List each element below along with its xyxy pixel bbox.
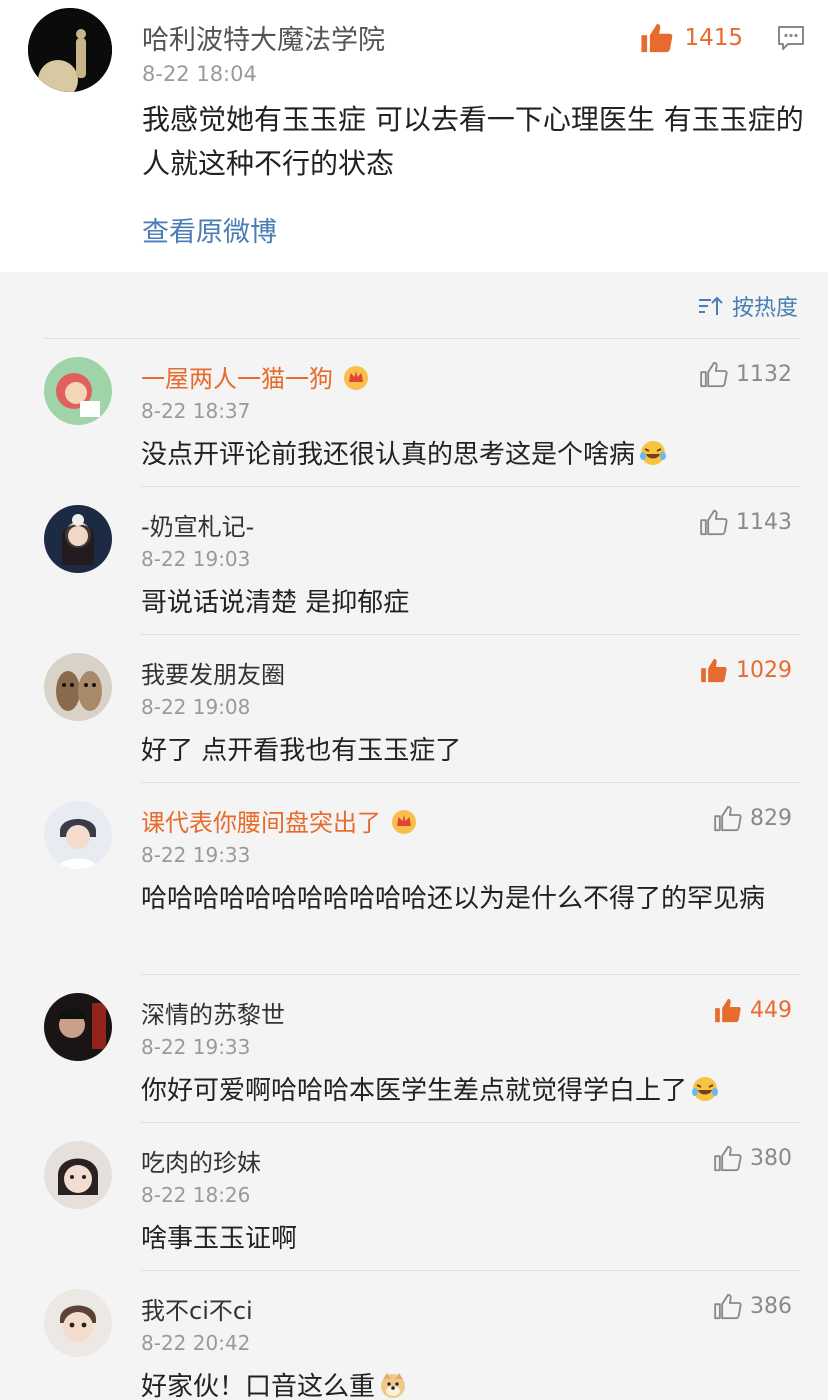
comment-like-button[interactable]: 380 — [714, 1145, 792, 1172]
comment-text: 你好可爱啊哈哈哈本医学生差点就觉得学白上了 — [141, 1069, 791, 1113]
post-like-count: 1415 — [684, 25, 743, 51]
like-count: 1132 — [736, 362, 792, 387]
thumbs-up-outline-icon — [714, 1293, 742, 1320]
comment-text: 好了 点开看我也有玉玉症了 — [141, 729, 791, 773]
post-text: 我感觉她有玉玉症 可以去看一下心理医生 有玉玉症的人就这种不行的状态 — [142, 103, 804, 180]
comment-text: 好家伙！口音这么重 — [141, 1365, 791, 1400]
laugh-cry-emoji-icon — [692, 1077, 719, 1101]
commenter-name[interactable]: 一屋两人一猫一狗 — [141, 359, 371, 394]
thumbs-up-icon — [701, 658, 727, 683]
vip-crown-icon — [392, 809, 416, 834]
commenter-avatar[interactable] — [44, 357, 112, 425]
commenter-name-text: 深情的苏黎世 — [141, 1001, 285, 1029]
like-count: 1143 — [736, 510, 792, 535]
comment-like-button[interactable]: 449 — [714, 997, 792, 1024]
thumbs-up-outline-icon — [700, 509, 728, 536]
comment-item: 深情的苏黎世 8-22 19:33 你好可爱啊哈哈哈本医学生差点就觉得学白上了 … — [0, 975, 828, 1123]
comment-icon — [778, 26, 804, 50]
commenter-name[interactable]: 吃肉的珍妹 — [141, 1143, 261, 1178]
vip-crown-icon — [344, 365, 368, 390]
like-count: 829 — [750, 806, 792, 831]
comment-like-button[interactable]: 1029 — [700, 657, 792, 684]
comment-text: 啥事玉玉证啊 — [141, 1217, 791, 1261]
commenter-name[interactable]: 我不ci不ci — [141, 1291, 253, 1326]
comment-like-button[interactable]: 386 — [714, 1293, 792, 1320]
commenter-name[interactable]: 我要发朋友圈 — [141, 655, 285, 690]
commenter-name-text: 吃肉的珍妹 — [141, 1149, 261, 1177]
comment-text-content: 你好可爱啊哈哈哈本医学生差点就觉得学白上了 — [141, 1076, 688, 1106]
commenter-name[interactable]: 课代表你腰间盘突出了 — [141, 803, 419, 838]
thumbs-up-outline-icon — [714, 1145, 742, 1172]
commenter-name-text: 课代表你腰间盘突出了 — [141, 809, 381, 837]
post-like-button[interactable]: 1415 — [640, 22, 743, 54]
post-time: 8-22 18:04 — [142, 62, 257, 86]
comment-text: 哥说话说清楚 是抑郁症 — [141, 581, 791, 625]
author-avatar[interactable] — [28, 8, 112, 92]
comment-text-content: 没点开评论前我还很认真的思考这是个啥病 — [141, 440, 636, 470]
comment-item: 一屋两人一猫一狗 8-22 18:37 没点开评论前我还很认真的思考这是个啥病 … — [0, 339, 828, 487]
comment-item: 我要发朋友圈 8-22 19:08 好了 点开看我也有玉玉症了 1029 — [0, 635, 828, 783]
like-count: 380 — [750, 1146, 792, 1171]
comment-text: 没点开评论前我还很认真的思考这是个啥病 — [141, 433, 791, 477]
comment-like-button[interactable]: 1132 — [700, 361, 792, 388]
comment-time: 8-22 18:37 — [141, 399, 251, 423]
commenter-name-text: 我要发朋友圈 — [141, 661, 285, 689]
thumbs-up-icon — [641, 23, 673, 53]
comment-time: 8-22 20:42 — [141, 1331, 251, 1355]
comment-item: 我不ci不ci 8-22 20:42 好家伙！口音这么重 386 — [0, 1271, 828, 1400]
comment-item: 课代表你腰间盘突出了 8-22 19:33 哈哈哈哈哈哈哈哈哈哈哈还以为是什么不… — [0, 783, 828, 975]
commenter-avatar[interactable] — [44, 801, 112, 869]
comment-text-content: 哈哈哈哈哈哈哈哈哈哈哈还以为是什么不得了的罕见病 — [141, 884, 766, 914]
comment-text-content: 哥说话说清楚 是抑郁症 — [141, 588, 410, 618]
commenter-avatar[interactable] — [44, 653, 112, 721]
comment-like-button[interactable]: 829 — [714, 805, 792, 832]
comment-text-content: 好了 点开看我也有玉玉症了 — [141, 736, 462, 766]
laugh-cry-emoji-icon — [640, 441, 667, 465]
comment-time: 8-22 19:33 — [141, 1035, 251, 1059]
comment-button[interactable] — [776, 24, 806, 56]
commenter-name[interactable]: 深情的苏黎世 — [141, 995, 285, 1030]
commenter-avatar[interactable] — [44, 1289, 112, 1357]
doge-emoji-icon — [381, 1373, 406, 1398]
view-original-link[interactable]: 查看原微博 — [142, 210, 277, 249]
commenter-avatar[interactable] — [44, 993, 112, 1061]
commenter-name-text: 一屋两人一猫一狗 — [141, 365, 333, 393]
comment-item: -奶宣札记- 8-22 19:03 哥说话说清楚 是抑郁症 1143 — [0, 487, 828, 635]
commenter-avatar[interactable] — [44, 505, 112, 573]
commenter-avatar[interactable] — [44, 1141, 112, 1209]
comment-time: 8-22 19:03 — [141, 547, 251, 571]
comment-time: 8-22 18:26 — [141, 1183, 251, 1207]
sort-icon — [698, 296, 723, 315]
like-count: 1029 — [736, 658, 792, 683]
thumbs-up-outline-icon — [700, 361, 728, 388]
comment-text-content: 好家伙！口音这么重 — [141, 1372, 376, 1400]
like-count: 449 — [750, 998, 792, 1023]
main-post: 哈利波特大魔法学院 8-22 18:04 我感觉她有玉玉症 可以去看一下心理医生… — [0, 0, 828, 272]
commenter-name-text: -奶宣札记- — [141, 513, 255, 541]
comment-time: 8-22 19:08 — [141, 695, 251, 719]
comment-text: 哈哈哈哈哈哈哈哈哈哈哈还以为是什么不得了的罕见病 — [141, 877, 791, 921]
like-count: 386 — [750, 1294, 792, 1319]
comment-item: 吃肉的珍妹 8-22 18:26 啥事玉玉证啊 380 — [0, 1123, 828, 1271]
comment-like-button[interactable]: 1143 — [700, 509, 792, 536]
comment-text-content: 啥事玉玉证啊 — [141, 1224, 298, 1254]
comment-time: 8-22 19:33 — [141, 843, 251, 867]
author-name[interactable]: 哈利波特大魔法学院 — [142, 18, 385, 57]
thumbs-up-outline-icon — [714, 805, 742, 832]
sort-by-hot-button[interactable]: 按热度 — [698, 290, 798, 322]
commenter-name-text: 我不ci不ci — [141, 1297, 253, 1325]
sort-label: 按热度 — [731, 296, 798, 321]
commenter-name[interactable]: -奶宣札记- — [141, 507, 254, 542]
thumbs-up-icon — [715, 998, 741, 1023]
